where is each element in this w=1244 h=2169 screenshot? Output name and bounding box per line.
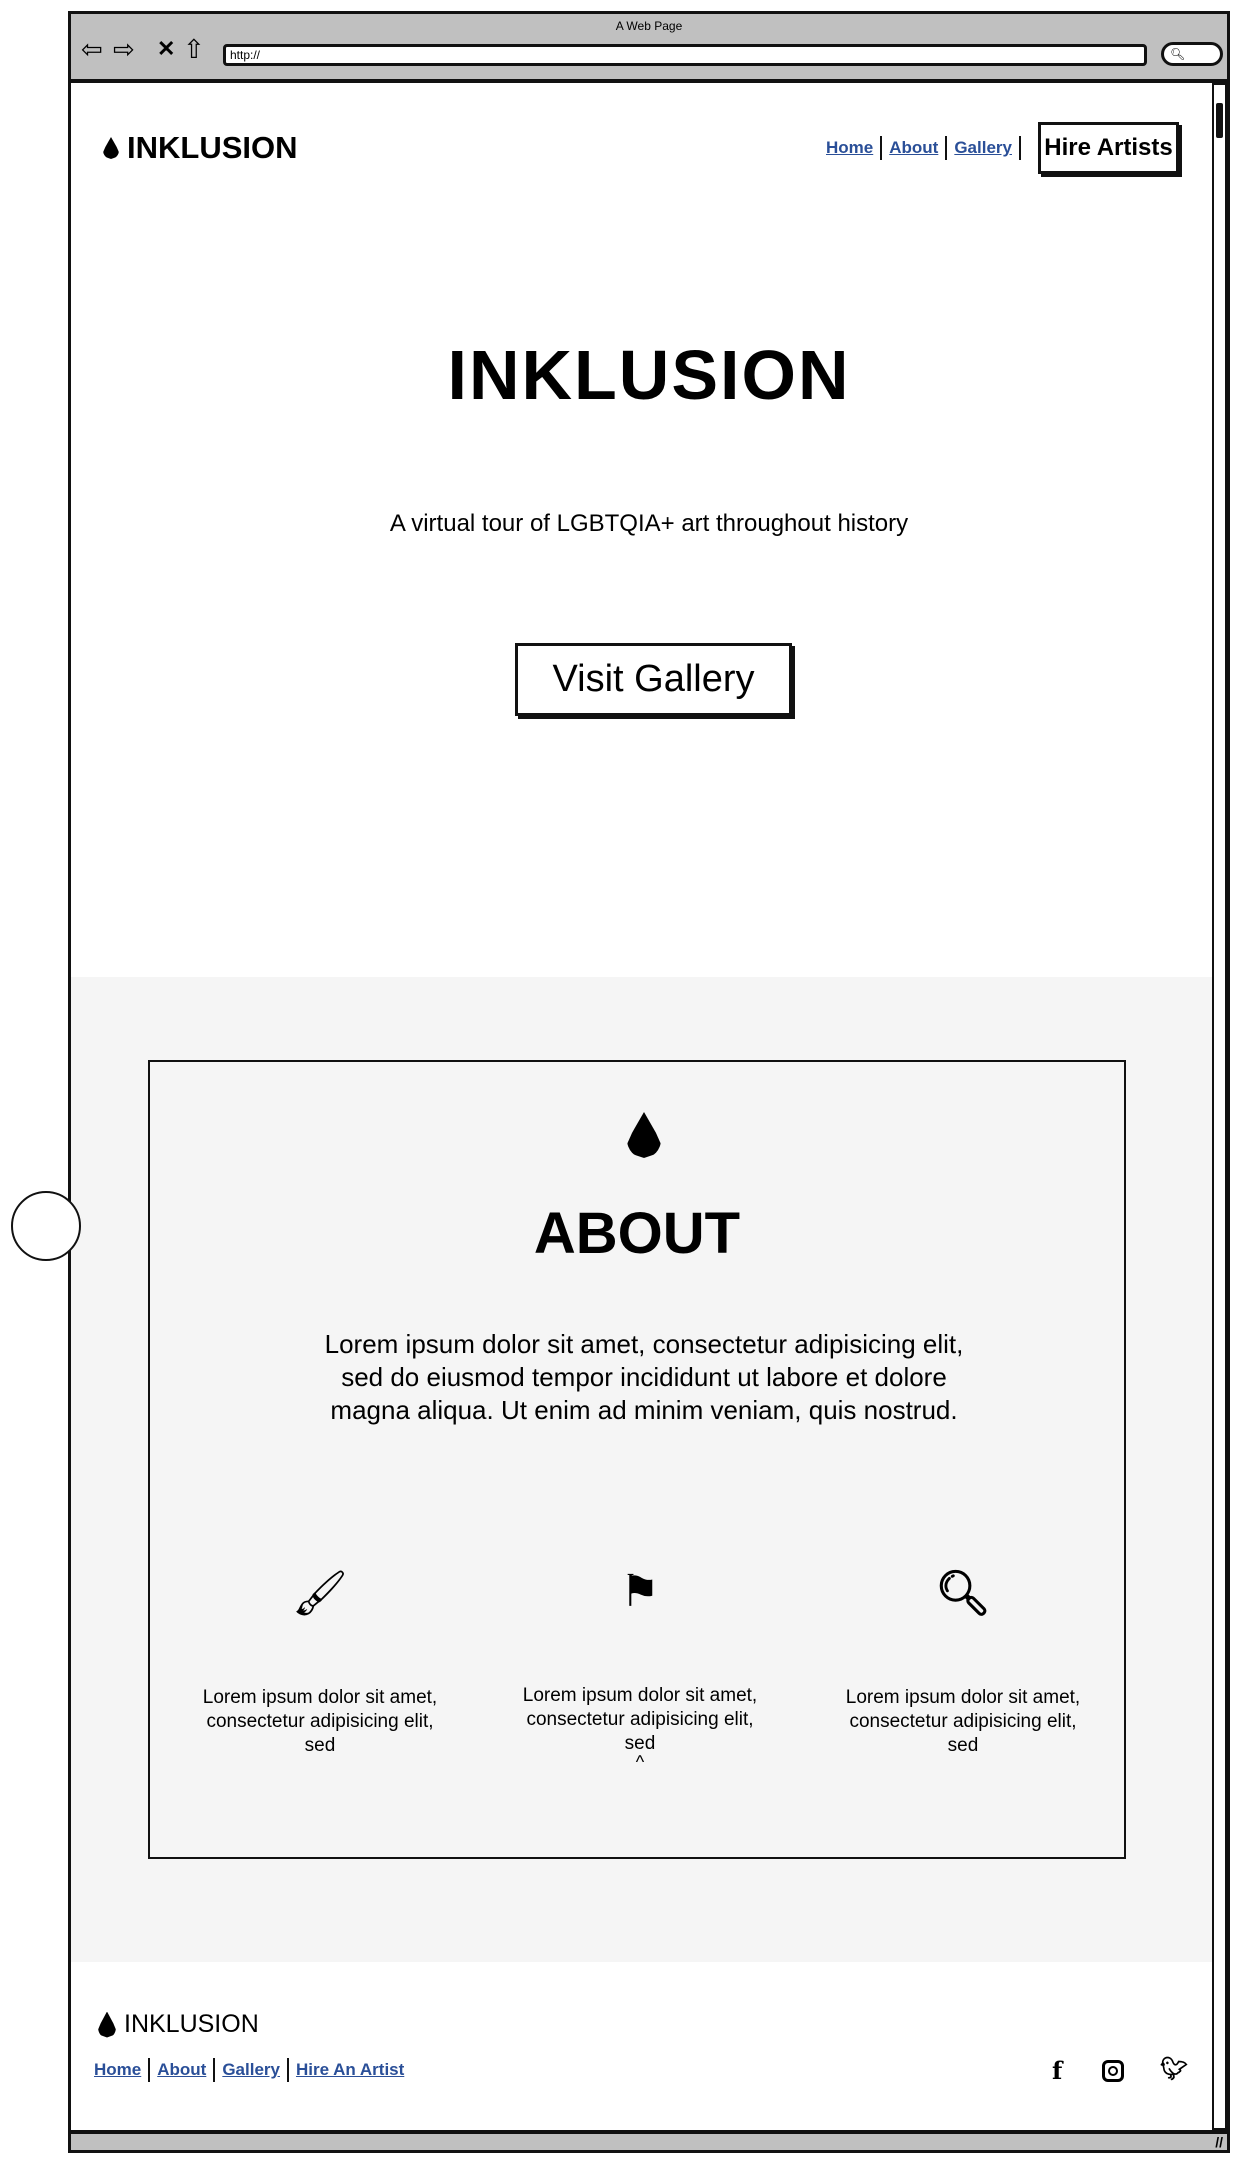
divider <box>148 2058 151 2082</box>
feature-item: 🔍︎ Lorem ipsum dolor sit amet, consectet… <box>843 1570 1083 1758</box>
hero-subtitle: A virtual tour of LGBTQIA+ art throughou… <box>389 510 909 537</box>
feature-text: Lorem ipsum dolor sit amet, consectetur … <box>845 1687 1081 1756</box>
divider <box>286 2058 289 2082</box>
divider <box>945 136 948 160</box>
footer-hire-artist[interactable]: Hire An Artist <box>296 2060 404 2080</box>
about-text: Lorem ipsum dolor sit amet, consectetur … <box>324 1329 964 1425</box>
scroll-thumb[interactable] <box>1216 103 1223 138</box>
paintbrush-icon: 🖌︎ <box>292 1569 348 1618</box>
nav-about[interactable]: About <box>889 138 938 158</box>
header-nav: Home About Gallery <box>826 136 1028 160</box>
nav-gallery[interactable]: Gallery <box>954 138 1012 158</box>
facebook-icon[interactable]: f <box>1052 2056 1062 2085</box>
status-bar: // <box>68 2130 1230 2153</box>
header-logo[interactable]: INKLUSION <box>103 130 298 166</box>
divider <box>880 136 883 160</box>
browser-toolbar: A Web Page ⇦ ⇨ ✕ ⇧ http:// 🔍︎ <box>68 11 1230 83</box>
resize-grip-icon[interactable]: // <box>1215 2134 1223 2150</box>
stop-icon[interactable]: ✕ <box>157 36 175 62</box>
divider <box>1018 136 1021 160</box>
forward-icon[interactable]: ⇨ <box>113 36 135 62</box>
twitter-icon[interactable]: 🐦︎ <box>1160 2056 1188 2082</box>
feature-item: ⚑ Lorem ipsum dolor sit amet, consectetu… <box>520 1567 760 1772</box>
chevron-up-icon[interactable]: ^ <box>520 1753 760 1771</box>
feature-item: 🖌︎ Lorem ipsum dolor sit amet, consectet… <box>200 1570 440 1758</box>
circle-handle[interactable] <box>11 1191 81 1261</box>
footer-nav: Home About Gallery Hire An Artist <box>94 2058 404 2082</box>
footer-about[interactable]: About <box>157 2060 206 2080</box>
logo-text: INKLUSION <box>124 2010 259 2038</box>
flag-icon: ⚑ <box>620 1567 660 1616</box>
nav-home[interactable]: Home <box>826 138 873 158</box>
hero-title: INKLUSION <box>447 336 851 414</box>
back-icon[interactable]: ⇦ <box>81 36 103 62</box>
url-input[interactable]: http:// <box>223 44 1147 66</box>
about-title: ABOUT <box>533 1201 741 1266</box>
search-icon: 🔍︎ <box>935 1569 991 1618</box>
home-icon[interactable]: ⇧ <box>183 36 205 62</box>
window-title: A Web Page <box>615 19 683 33</box>
footer-logo[interactable]: INKLUSION <box>98 2010 259 2039</box>
ink-drop-icon <box>103 137 119 159</box>
divider <box>213 2058 216 2082</box>
footer-gallery[interactable]: Gallery <box>222 2060 280 2080</box>
visit-gallery-button[interactable]: Visit Gallery <box>515 643 792 716</box>
footer-home[interactable]: Home <box>94 2060 141 2080</box>
logo-text: INKLUSION <box>127 130 298 165</box>
instagram-icon[interactable] <box>1102 2060 1124 2082</box>
ink-drop-icon <box>98 2011 116 2038</box>
feature-text: Lorem ipsum dolor sit amet, consectetur … <box>202 1687 438 1756</box>
search-icon[interactable]: 🔍︎ <box>1161 42 1223 66</box>
hire-artists-button[interactable]: Hire Artists <box>1038 122 1179 174</box>
feature-text: Lorem ipsum dolor sit amet, consectetur … <box>522 1685 758 1754</box>
